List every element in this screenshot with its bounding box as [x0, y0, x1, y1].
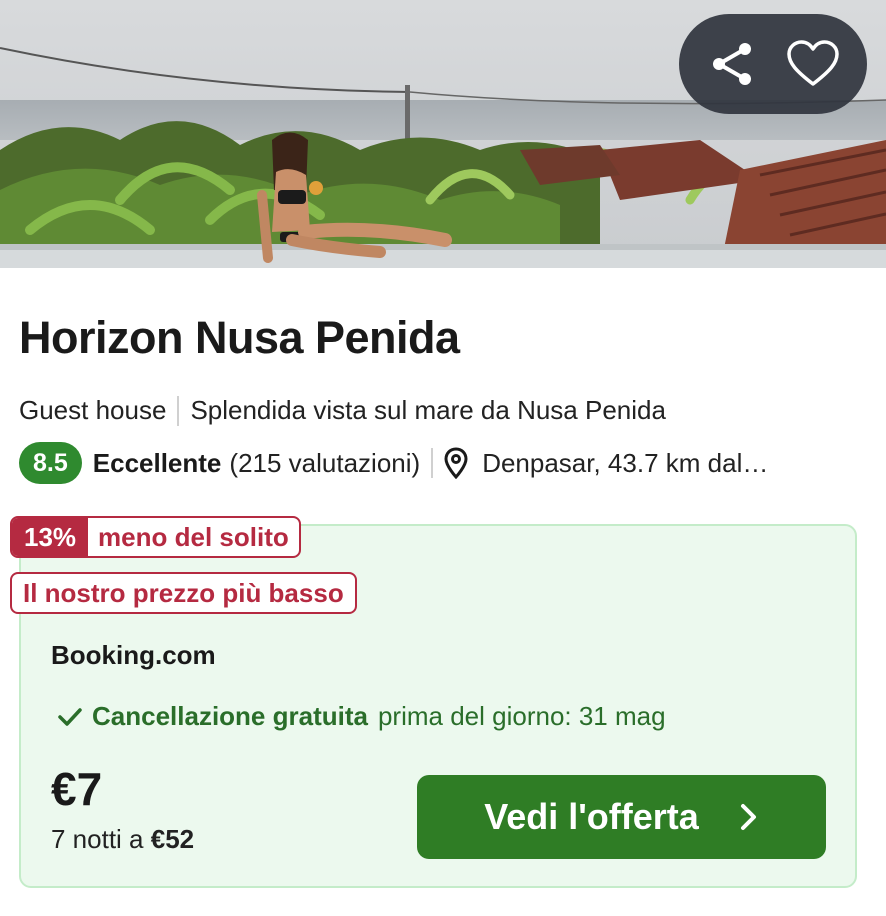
rating-label: Eccellente — [92, 447, 222, 478]
total-price-line: 7 notti a €52 — [51, 824, 194, 855]
checkmark-icon — [58, 707, 82, 726]
location-pin-icon — [444, 447, 468, 479]
discount-text: meno del solito — [98, 522, 289, 552]
discount-badge: 13% meno del solito — [10, 516, 301, 558]
hotel-name[interactable]: Horizon Nusa Penida — [19, 312, 460, 364]
hotel-photo[interactable] — [0, 0, 886, 268]
view-offer-button[interactable]: Vedi l'offerta — [417, 775, 826, 859]
nights-prefix: 7 notti a — [51, 824, 144, 854]
total-price: €52 — [150, 824, 195, 854]
photo-actions — [679, 14, 867, 114]
hotel-tagline: Splendida vista sul mare da Nusa Penida — [190, 395, 666, 425]
favorite-button[interactable] — [777, 28, 849, 100]
share-icon — [713, 43, 751, 85]
chevron-right-icon — [740, 804, 756, 830]
provider-name: Booking.com — [51, 640, 216, 670]
free-cancellation-label: Cancellazione gratuita — [92, 701, 368, 731]
nightly-price: €7 — [51, 763, 103, 815]
rating-score-badge[interactable]: 8.5 — [19, 442, 82, 484]
heart-icon — [787, 40, 839, 86]
property-type: Guest house — [19, 395, 167, 425]
discount-percent: 13% — [12, 518, 89, 556]
view-offer-label: Vedi l'offerta — [484, 796, 699, 837]
rating-row: 8.5 Eccellente (215 valutazioni) Denpasa… — [19, 441, 869, 485]
lowest-price-badge: Il nostro prezzo più basso — [10, 572, 357, 614]
hotel-subline: Guest house Splendida vista sul mare da … — [19, 395, 666, 426]
review-count[interactable]: (215 valutazioni) — [229, 448, 420, 479]
cancellation-deadline: prima del giorno: 31 mag — [377, 701, 666, 731]
share-button[interactable] — [697, 28, 769, 100]
hotel-location[interactable]: Denpasar, 43.7 km dal centro — [482, 448, 772, 479]
divider — [177, 395, 180, 426]
divider — [431, 448, 434, 478]
cancellation-info: Cancellazione gratuita prima del giorno:… — [58, 701, 666, 732]
